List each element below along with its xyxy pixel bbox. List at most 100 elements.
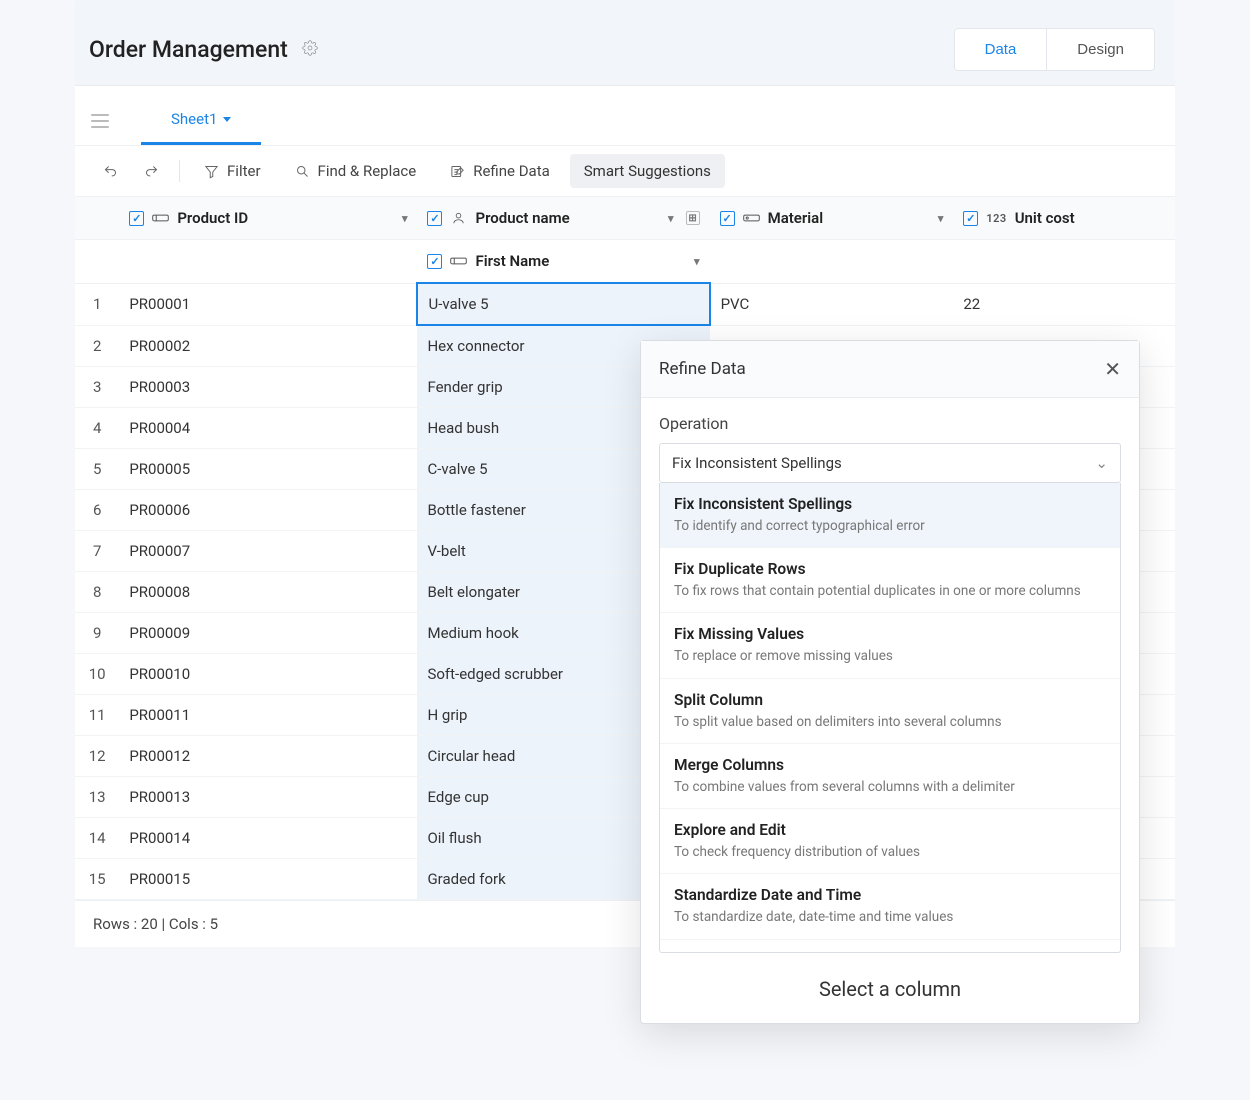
refine-data-label: Refine Data bbox=[473, 162, 550, 180]
smart-suggestions-button[interactable]: Smart Suggestions bbox=[570, 154, 725, 188]
number-type-icon: 123 bbox=[986, 212, 1006, 225]
chevron-down-icon[interactable]: ▾ bbox=[668, 212, 674, 225]
operation-option[interactable]: Standardize Date and Time To standardize … bbox=[660, 874, 1120, 939]
table-row[interactable]: 1PR00001U-valve 5PVC22 bbox=[75, 283, 1175, 325]
page-title: Order Management bbox=[89, 36, 288, 63]
option-description: To fix rows that contain potential dupli… bbox=[674, 582, 1106, 600]
checkbox-icon[interactable] bbox=[720, 211, 735, 226]
cell-product-id[interactable]: PR00008 bbox=[119, 572, 417, 613]
sheet-tab-label: Sheet1 bbox=[171, 110, 217, 128]
cell-product-id[interactable]: PR00014 bbox=[119, 818, 417, 859]
cell-product-id[interactable]: PR00005 bbox=[119, 449, 417, 490]
cell-product-name[interactable]: U-valve 5 bbox=[417, 283, 709, 325]
option-title: Explore and Edit bbox=[674, 821, 1106, 839]
operation-options-list: Fix Inconsistent Spellings To identify an… bbox=[659, 483, 1121, 953]
option-title: Fix Missing Values bbox=[674, 625, 1106, 643]
tab-design[interactable]: Design bbox=[1046, 29, 1154, 70]
column-label: First Name bbox=[475, 252, 686, 270]
row-number: 8 bbox=[75, 572, 119, 613]
cell-product-id[interactable]: PR00011 bbox=[119, 695, 417, 736]
chevron-down-icon[interactable]: ▾ bbox=[694, 255, 700, 268]
row-number: 1 bbox=[75, 283, 119, 325]
refine-data-panel: Refine Data ✕ Operation Fix Inconsistent… bbox=[640, 340, 1140, 1024]
cell-material[interactable]: PVC bbox=[710, 283, 954, 325]
column-header-product-id[interactable]: Product ID ▾ bbox=[119, 197, 417, 239]
operation-option[interactable]: Fix Missing Values To replace or remove m… bbox=[660, 613, 1120, 678]
close-icon[interactable]: ✕ bbox=[1104, 357, 1121, 381]
chevron-down-icon[interactable]: ▾ bbox=[938, 212, 944, 225]
cell-product-id[interactable]: PR00010 bbox=[119, 654, 417, 695]
row-number: 11 bbox=[75, 695, 119, 736]
operation-option[interactable]: Fix Duplicate Rows To fix rows that conta… bbox=[660, 548, 1120, 613]
view-toggle: Data Design bbox=[954, 28, 1155, 71]
option-description: To standardize date, date-time and time … bbox=[674, 908, 1106, 926]
checkbox-icon[interactable] bbox=[427, 211, 442, 226]
operation-select[interactable]: Fix Inconsistent Spellings ⌄ bbox=[659, 443, 1121, 483]
redo-button[interactable] bbox=[134, 156, 169, 187]
checkbox-icon[interactable] bbox=[129, 211, 144, 226]
row-number: 15 bbox=[75, 859, 119, 900]
operation-option[interactable]: Merge Columns To combine values from seve… bbox=[660, 744, 1120, 809]
column-label: Material bbox=[768, 209, 930, 227]
row-number: 10 bbox=[75, 654, 119, 695]
checkbox-icon[interactable] bbox=[963, 211, 978, 226]
cell-product-id[interactable]: PR00007 bbox=[119, 531, 417, 572]
option-title: Fix Inconsistent Spellings bbox=[674, 495, 1106, 513]
tab-data[interactable]: Data bbox=[955, 29, 1047, 70]
option-description: To replace or remove missing values bbox=[674, 647, 1106, 665]
row-number: 12 bbox=[75, 736, 119, 777]
option-title: Fix Duplicate Rows bbox=[674, 560, 1106, 578]
row-number: 3 bbox=[75, 367, 119, 408]
cell-product-id[interactable]: PR00012 bbox=[119, 736, 417, 777]
row-number: 6 bbox=[75, 490, 119, 531]
column-header-unit-cost[interactable]: 123 Unit cost bbox=[953, 197, 1175, 239]
panel-footer: Select a column bbox=[641, 959, 1139, 1023]
cell-product-id[interactable]: PR00015 bbox=[119, 859, 417, 900]
option-description: To identify and correct typographical er… bbox=[674, 517, 1106, 535]
row-number: 2 bbox=[75, 325, 119, 367]
option-title: Standardize Date and Time bbox=[674, 886, 1106, 904]
chevron-down-icon[interactable]: ▾ bbox=[402, 212, 408, 225]
filter-button[interactable]: Filter bbox=[190, 154, 275, 188]
cell-product-id[interactable]: PR00009 bbox=[119, 613, 417, 654]
panel-title: Refine Data bbox=[659, 359, 746, 379]
cell-product-id[interactable]: PR00001 bbox=[119, 283, 417, 325]
refine-data-button[interactable]: Refine Data bbox=[436, 154, 564, 188]
option-title: Merge Columns bbox=[674, 756, 1106, 774]
sub-column-header-first-name[interactable]: First Name ▾ bbox=[417, 240, 709, 282]
row-number: 13 bbox=[75, 777, 119, 818]
cell-product-id[interactable]: PR00013 bbox=[119, 777, 417, 818]
hamburger-icon[interactable] bbox=[83, 106, 117, 136]
chevron-down-icon bbox=[223, 117, 231, 122]
operation-option[interactable]: Explore and Edit To check frequency distr… bbox=[660, 809, 1120, 874]
column-header-product-name[interactable]: Product name ▾ ⊞ bbox=[417, 197, 709, 239]
cell-product-id[interactable]: PR00004 bbox=[119, 408, 417, 449]
row-number: 14 bbox=[75, 818, 119, 859]
row-number: 7 bbox=[75, 531, 119, 572]
toolbar-divider bbox=[179, 160, 180, 182]
operation-option[interactable]: Standardize Phone NumbersTo add internat… bbox=[660, 940, 1120, 953]
operation-option[interactable]: Fix Inconsistent Spellings To identify an… bbox=[660, 483, 1120, 548]
expand-icon[interactable]: ⊞ bbox=[686, 211, 700, 225]
filter-label: Filter bbox=[227, 162, 261, 180]
operation-option[interactable]: Split ColumnTo split value based on deli… bbox=[660, 679, 1120, 744]
person-icon bbox=[450, 211, 467, 225]
cell-product-id[interactable]: PR00006 bbox=[119, 490, 417, 531]
operation-label: Operation bbox=[659, 414, 1121, 433]
sheet-tab[interactable]: Sheet1 bbox=[141, 96, 261, 145]
column-label: Product name bbox=[475, 209, 660, 227]
column-header-material[interactable]: Material ▾ bbox=[710, 197, 954, 239]
row-number: 4 bbox=[75, 408, 119, 449]
checkbox-icon[interactable] bbox=[427, 254, 442, 269]
gear-icon[interactable] bbox=[302, 40, 318, 60]
option-description: To combine values from several columns w… bbox=[674, 778, 1106, 796]
cell-unit-cost[interactable]: 22 bbox=[953, 283, 1175, 325]
undo-button[interactable] bbox=[93, 156, 128, 187]
chevron-down-icon: ⌄ bbox=[1095, 454, 1108, 472]
option-title: Split Column bbox=[674, 691, 1106, 709]
cell-product-id[interactable]: PR00003 bbox=[119, 367, 417, 408]
find-replace-label: Find & Replace bbox=[318, 162, 417, 180]
option-description: To check frequency distribution of value… bbox=[674, 843, 1106, 861]
find-replace-button[interactable]: Find & Replace bbox=[281, 154, 431, 188]
cell-product-id[interactable]: PR00002 bbox=[119, 325, 417, 367]
